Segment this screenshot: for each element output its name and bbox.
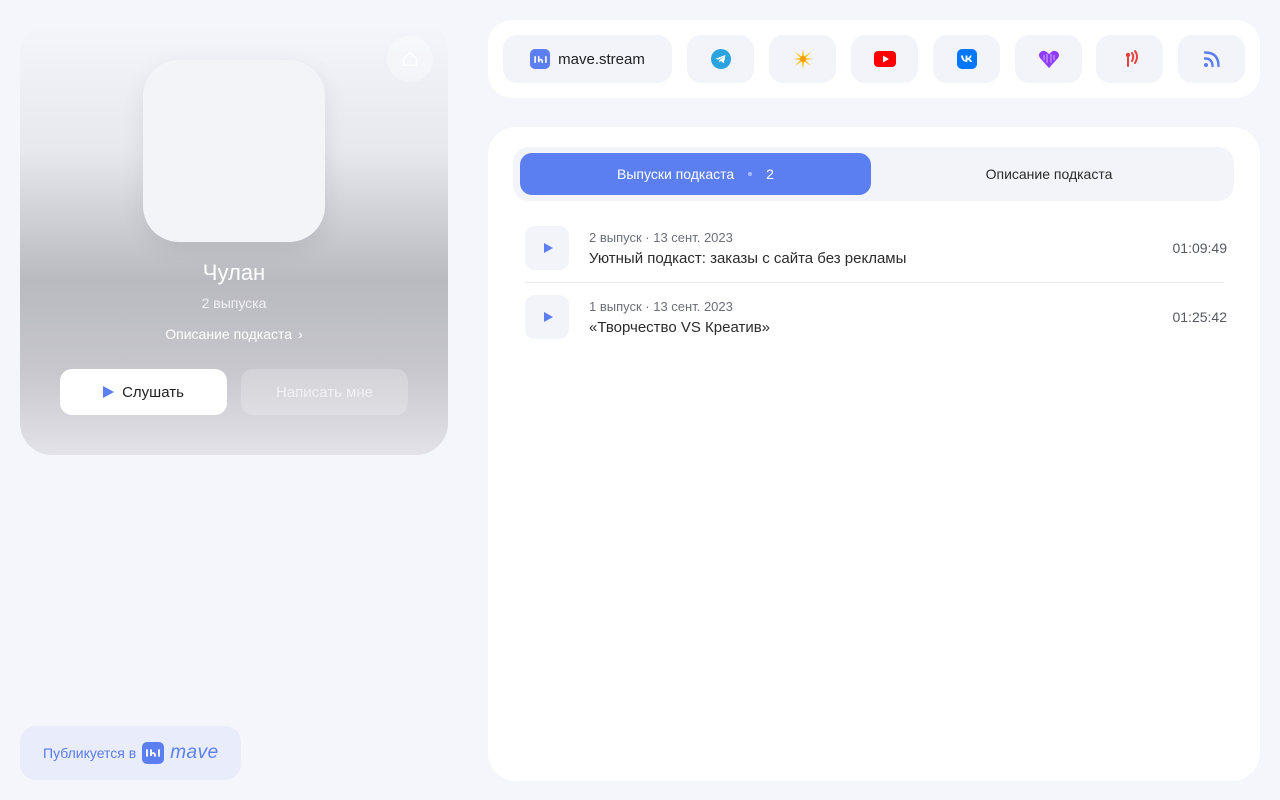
description-link-label: Описание подкаста (165, 326, 293, 342)
divider (525, 282, 1224, 283)
vk-icon (956, 49, 977, 69)
podcast-icon (1125, 50, 1138, 67)
platforms-bar: mave.stream (488, 20, 1260, 98)
chevron-right-icon: › (298, 326, 303, 342)
podcast-cover (143, 60, 325, 242)
tab-episodes-label: Выпуски подкаста (617, 166, 735, 182)
tab-episodes-count: 2 (766, 166, 774, 182)
episode-title[interactable]: Уютный подкаст: заказы с сайта без рекла… (589, 250, 906, 267)
episode-row[interactable]: 2 выпуск · 13 сент. 2023 Уютный подкаст:… (525, 226, 1227, 284)
episode-count: 2 выпуска (201, 295, 267, 311)
published-in-badge[interactable]: Публикуется в mave (20, 726, 241, 780)
youtube-icon (873, 51, 896, 67)
listen-button-label: Слушать (122, 383, 184, 401)
platform-youtube[interactable] (851, 35, 918, 83)
home-icon (403, 51, 417, 66)
episode-duration: 01:09:49 (1172, 240, 1228, 256)
podcast-title: Чулан (202, 260, 266, 285)
play-icon (543, 243, 553, 253)
telegram-icon (710, 49, 731, 69)
tab-description[interactable]: Описание подкаста (871, 153, 1227, 195)
write-me-button[interactable]: Написать мне (241, 369, 408, 415)
listen-button[interactable]: Слушать (60, 369, 227, 415)
tabs: Выпуски подкаста 2 Описание подкаста (513, 147, 1234, 201)
play-icon (543, 312, 553, 322)
mave-icon (530, 49, 551, 69)
platform-yandex-music[interactable] (769, 35, 836, 83)
episode-meta: 1 выпуск · 13 сент. 2023 (589, 299, 733, 314)
description-link[interactable]: Описание подкаста › (20, 326, 448, 342)
platform-castbox[interactable] (1096, 35, 1163, 83)
mave-brand-name: mave (170, 742, 219, 763)
zvuk-icon (1038, 50, 1059, 68)
platform-mave-stream[interactable]: mave.stream (503, 35, 672, 83)
episode-title[interactable]: «Творчество VS Креатив» (589, 319, 770, 336)
mave-logo-icon (142, 742, 165, 764)
episode-duration: 01:25:42 (1172, 309, 1228, 325)
home-button[interactable] (387, 36, 433, 82)
tab-separator-dot (748, 172, 753, 176)
tab-description-label: Описание подкаста (985, 166, 1113, 182)
episodes-panel: Выпуски подкаста 2 Описание подкаста 2 в… (488, 127, 1260, 781)
platform-zvuk[interactable] (1015, 35, 1082, 83)
platform-telegram[interactable] (687, 35, 754, 83)
platform-rss[interactable] (1178, 35, 1245, 83)
published-label: Публикуется в (43, 745, 137, 761)
tab-episodes[interactable]: Выпуски подкаста 2 (520, 153, 871, 195)
write-me-label: Написать мне (276, 383, 373, 401)
play-icon (103, 386, 115, 398)
platform-mave-label: mave.stream (558, 50, 645, 68)
platform-vk[interactable] (933, 35, 1000, 83)
episode-play-button[interactable] (525, 295, 569, 339)
rss-icon (1203, 51, 1220, 68)
episode-play-button[interactable] (525, 226, 569, 270)
yandex-music-icon (792, 49, 813, 69)
episode-meta: 2 выпуск · 13 сент. 2023 (589, 230, 733, 245)
podcast-card: Чулан 2 выпуска Описание подкаста › Слуш… (20, 20, 448, 455)
episode-row[interactable]: 1 выпуск · 13 сент. 2023 «Творчество VS … (525, 295, 1227, 353)
